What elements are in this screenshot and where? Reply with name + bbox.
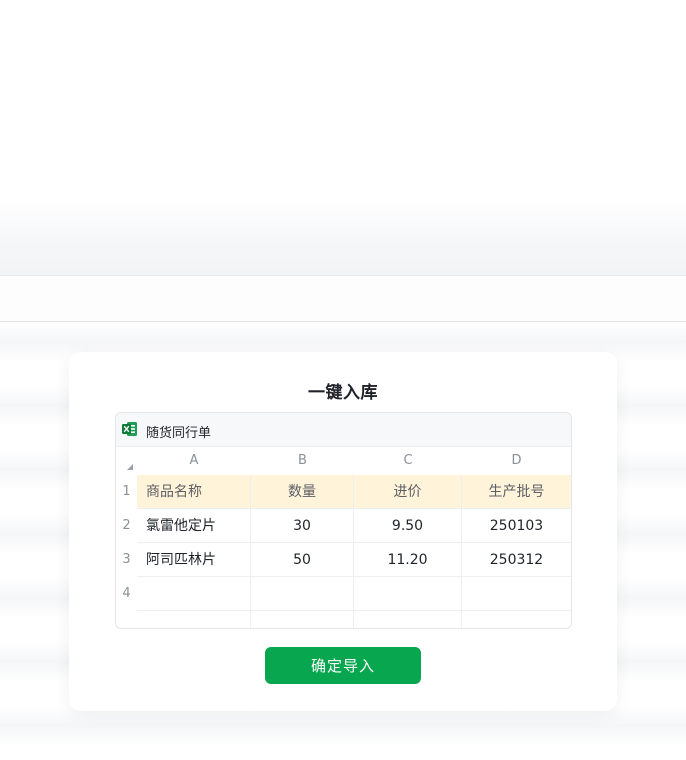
table-cell[interactable]: 50 [251, 543, 354, 577]
background-top [0, 0, 686, 275]
import-dialog: 一键入库 随货同行单 A B C D 1 2 3 4 商品名称 数量 进价 生产… [69, 352, 617, 711]
table-cell[interactable] [137, 611, 251, 628]
select-all-corner[interactable] [116, 446, 137, 475]
spreadsheet-preview: 随货同行单 A B C D 1 2 3 4 商品名称 数量 进价 生产批号 氯雷… [115, 412, 572, 629]
column-header-c[interactable]: C [354, 446, 462, 475]
table-cell[interactable]: 250103 [462, 509, 571, 543]
column-header-d[interactable]: D [462, 446, 571, 475]
table-cell[interactable]: 11.20 [354, 543, 462, 577]
column-header-a[interactable]: A [137, 446, 251, 475]
confirm-import-button[interactable]: 确定导入 [265, 647, 421, 684]
excel-icon [122, 422, 137, 436]
table-cell[interactable] [462, 577, 571, 611]
table-cell[interactable] [251, 577, 354, 611]
corner-triangle-icon [127, 464, 133, 470]
table-cell[interactable]: 阿司匹林片 [137, 543, 251, 577]
background-band [0, 276, 686, 321]
row-number[interactable]: 1 [116, 475, 137, 509]
column-header-b[interactable]: B [251, 446, 354, 475]
table-cell[interactable] [137, 577, 251, 611]
table-cell[interactable]: 9.50 [354, 509, 462, 543]
row-number[interactable]: 2 [116, 509, 137, 543]
table-cell[interactable]: 进价 [354, 475, 462, 509]
row-number[interactable]: 4 [116, 577, 137, 611]
table-cell[interactable] [462, 611, 571, 628]
table-cell[interactable] [354, 577, 462, 611]
table-cell[interactable]: 生产批号 [462, 475, 571, 509]
table-cell[interactable] [354, 611, 462, 628]
dialog-title: 一键入库 [308, 383, 378, 403]
row-number[interactable]: 3 [116, 543, 137, 577]
table-cell[interactable]: 商品名称 [137, 475, 251, 509]
table-cell[interactable]: 30 [251, 509, 354, 543]
table-cell[interactable]: 250312 [462, 543, 571, 577]
sheet-header: 随货同行单 [116, 413, 571, 447]
table-cell[interactable]: 数量 [251, 475, 354, 509]
table-cell[interactable]: 氯雷他定片 [137, 509, 251, 543]
sheet-grid: A B C D 1 2 3 4 商品名称 数量 进价 生产批号 氯雷他定片 30… [116, 446, 571, 628]
table-cell[interactable] [251, 611, 354, 628]
sheet-name: 随货同行单 [146, 426, 212, 441]
